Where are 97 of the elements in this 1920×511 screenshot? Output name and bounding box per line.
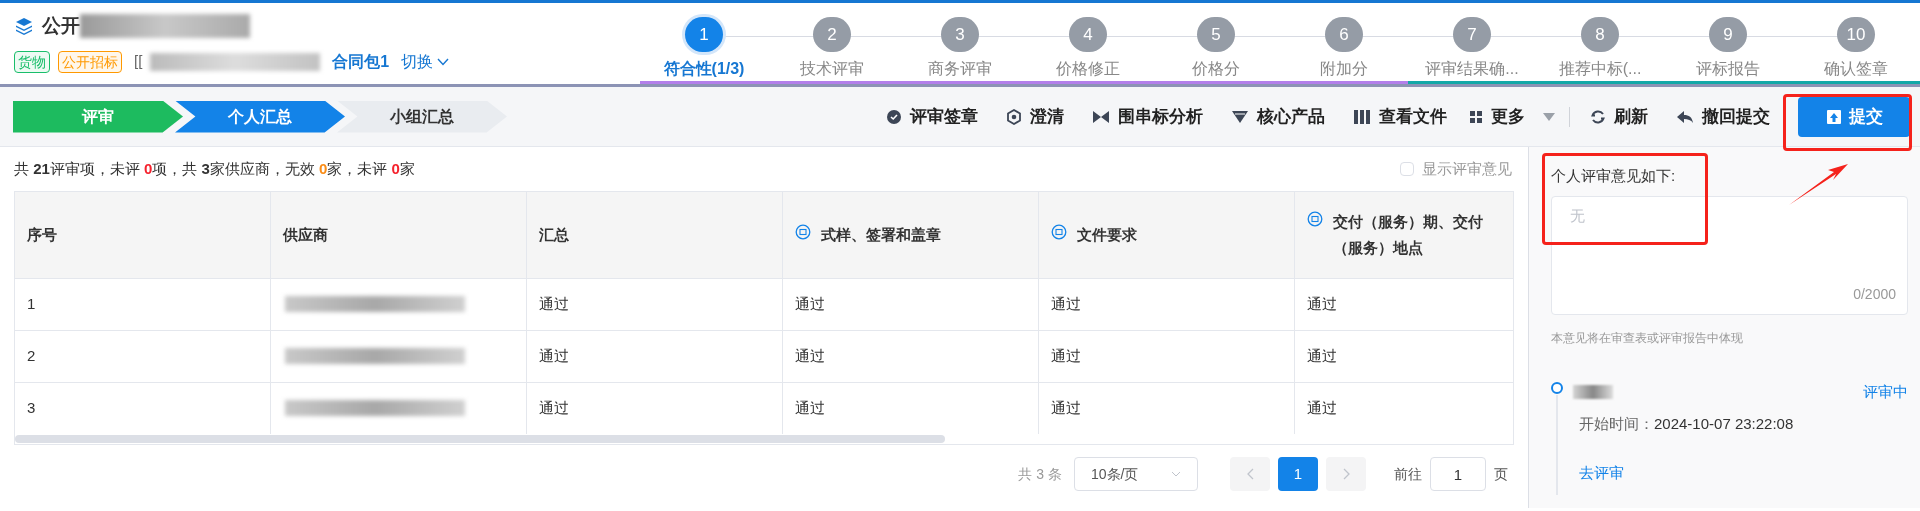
table-cell: 通过 [1051, 346, 1082, 364]
step-number[interactable]: 2 [813, 17, 851, 52]
table-cell: 3 [27, 399, 36, 416]
step-label[interactable]: 附加分 [1320, 57, 1368, 81]
circle-badge-icon [1307, 210, 1324, 227]
step-label[interactable]: 评审结果确... [1425, 57, 1519, 81]
column-header: 序号 [27, 224, 57, 245]
step-number[interactable]: 4 [1069, 17, 1107, 52]
start-time: 2024-10-07 23:22:08 [1654, 415, 1794, 432]
bowtie-icon [1092, 109, 1110, 124]
page-button[interactable]: 1 [1278, 457, 1318, 491]
chevron-down-icon [1171, 471, 1181, 477]
character-counter: 0/2000 [1853, 284, 1896, 304]
submit-button[interactable]: 提交 [1798, 96, 1910, 137]
grid-icon [1469, 109, 1483, 124]
badge-icon [886, 108, 902, 125]
table-cell: 通过 [795, 294, 826, 312]
page-input[interactable]: 1 [1430, 457, 1486, 491]
column-header: 文件要求 [1077, 224, 1138, 245]
step-number[interactable]: 7 [1453, 17, 1491, 52]
page-title: 公开 [42, 14, 80, 38]
diamond-icon [1231, 109, 1249, 124]
table-cell: 通过 [539, 346, 570, 364]
checkbox-label[interactable]: 显示评审意见 [1422, 157, 1512, 181]
step-number[interactable]: 3 [941, 17, 979, 52]
breadcrumb-step[interactable]: 个人汇总 [175, 100, 345, 133]
step-label[interactable]: 符合性(1/3) [663, 57, 745, 81]
circle-badge-icon [1051, 223, 1068, 240]
total-count: 共 3 条 [1018, 464, 1062, 484]
toolbar-button[interactable]: 围串标分析 [1078, 96, 1217, 137]
table-cell: 通过 [1307, 399, 1338, 416]
breadcrumb-step[interactable]: 小组汇总 [337, 100, 507, 133]
step-number[interactable]: 8 [1581, 17, 1619, 52]
undo-icon [1676, 108, 1694, 125]
table-cell: 通过 [1307, 294, 1338, 312]
step-number[interactable]: 9 [1709, 17, 1747, 52]
toolbar-button[interactable]: 撤回提交 [1662, 96, 1784, 137]
breadcrumb-step[interactable]: 评审 [13, 100, 183, 133]
checkbox[interactable] [1400, 162, 1414, 176]
table-cell: 通过 [539, 294, 570, 312]
column-header: 汇总 [539, 224, 570, 245]
scrollbar-thumb[interactable] [15, 435, 945, 443]
goto-label: 前往 [1394, 464, 1422, 484]
hexagon-icon [1006, 108, 1022, 125]
table-cell: 通过 [795, 346, 826, 364]
upload-icon [1825, 108, 1842, 125]
toolbar-button[interactable]: 核心产品 [1217, 96, 1339, 137]
step-number[interactable]: 10 [1837, 17, 1875, 52]
refresh-icon [1590, 108, 1606, 125]
column-header: 交付（服务）期、交付（服务）地点 [1333, 211, 1485, 258]
hint-text: 本意见将在审查表或评审报告中体现 [1551, 329, 1744, 347]
table-cell: 通过 [539, 399, 570, 416]
table-cell: 通过 [1051, 399, 1082, 416]
step-number[interactable]: 6 [1325, 17, 1363, 52]
step-label[interactable]: 商务评审 [928, 57, 992, 81]
toolbar-button[interactable]: 刷新 [1576, 96, 1662, 137]
toolbar-button[interactable]: 更多 [1461, 96, 1563, 137]
review-link[interactable]: 去评审 [1579, 461, 1624, 484]
previous-page-button[interactable] [1230, 457, 1270, 491]
circle-badge-icon [795, 223, 812, 240]
toolbar-button[interactable]: 澄清 [992, 96, 1078, 137]
summary-text: 共 21评审项，未评 0项，共 3家供应商，无效 0家，未评 0家 [14, 158, 415, 179]
step-number[interactable]: 5 [1197, 17, 1235, 52]
step-label[interactable]: 评标报告 [1696, 57, 1760, 81]
column-header: 式样、签署和盖章 [821, 224, 942, 245]
redacted-text [1573, 384, 1613, 399]
caret-down-icon [1543, 112, 1555, 121]
chevron-left-icon [1246, 468, 1254, 480]
layers-icon [14, 16, 34, 37]
step-label[interactable]: 价格修正 [1056, 57, 1120, 81]
switch-link[interactable]: 切换 [401, 49, 450, 74]
table-cell: 2 [27, 346, 36, 364]
chevron-down-icon [437, 57, 450, 66]
step-label[interactable]: 技术评审 [800, 57, 864, 81]
table-cell: 通过 [1051, 294, 1082, 312]
binders-icon [1353, 108, 1371, 125]
status-text: 评审中 [1863, 381, 1908, 402]
toolbar-button[interactable]: 评审签章 [872, 96, 992, 137]
comment-label: 个人评审意见如下: [1551, 166, 1676, 186]
category-tag: 公开招标 [58, 50, 122, 73]
next-page-button[interactable] [1326, 457, 1366, 491]
project-code: [[ [134, 51, 143, 72]
package-name: 合同包1 [332, 51, 390, 72]
table-cell: 1 [27, 294, 36, 312]
table-cell: 通过 [795, 399, 826, 416]
column-header: 供应商 [283, 224, 329, 245]
category-tag: 货物 [14, 50, 50, 73]
toolbar-button[interactable]: 查看文件 [1339, 96, 1461, 137]
page-suffix: 页 [1494, 464, 1508, 484]
step-label[interactable]: 价格分 [1192, 57, 1240, 81]
step-label[interactable]: 推荐中标(... [1558, 57, 1642, 81]
page-size-select[interactable]: 10条/页 [1074, 457, 1198, 491]
step-label[interactable]: 确认签章 [1824, 57, 1888, 81]
start-time-label: 开始时间： [1579, 415, 1654, 432]
step-number[interactable]: 1 [685, 17, 723, 52]
table-cell: 通过 [1307, 346, 1338, 364]
chevron-right-icon [1342, 468, 1350, 480]
